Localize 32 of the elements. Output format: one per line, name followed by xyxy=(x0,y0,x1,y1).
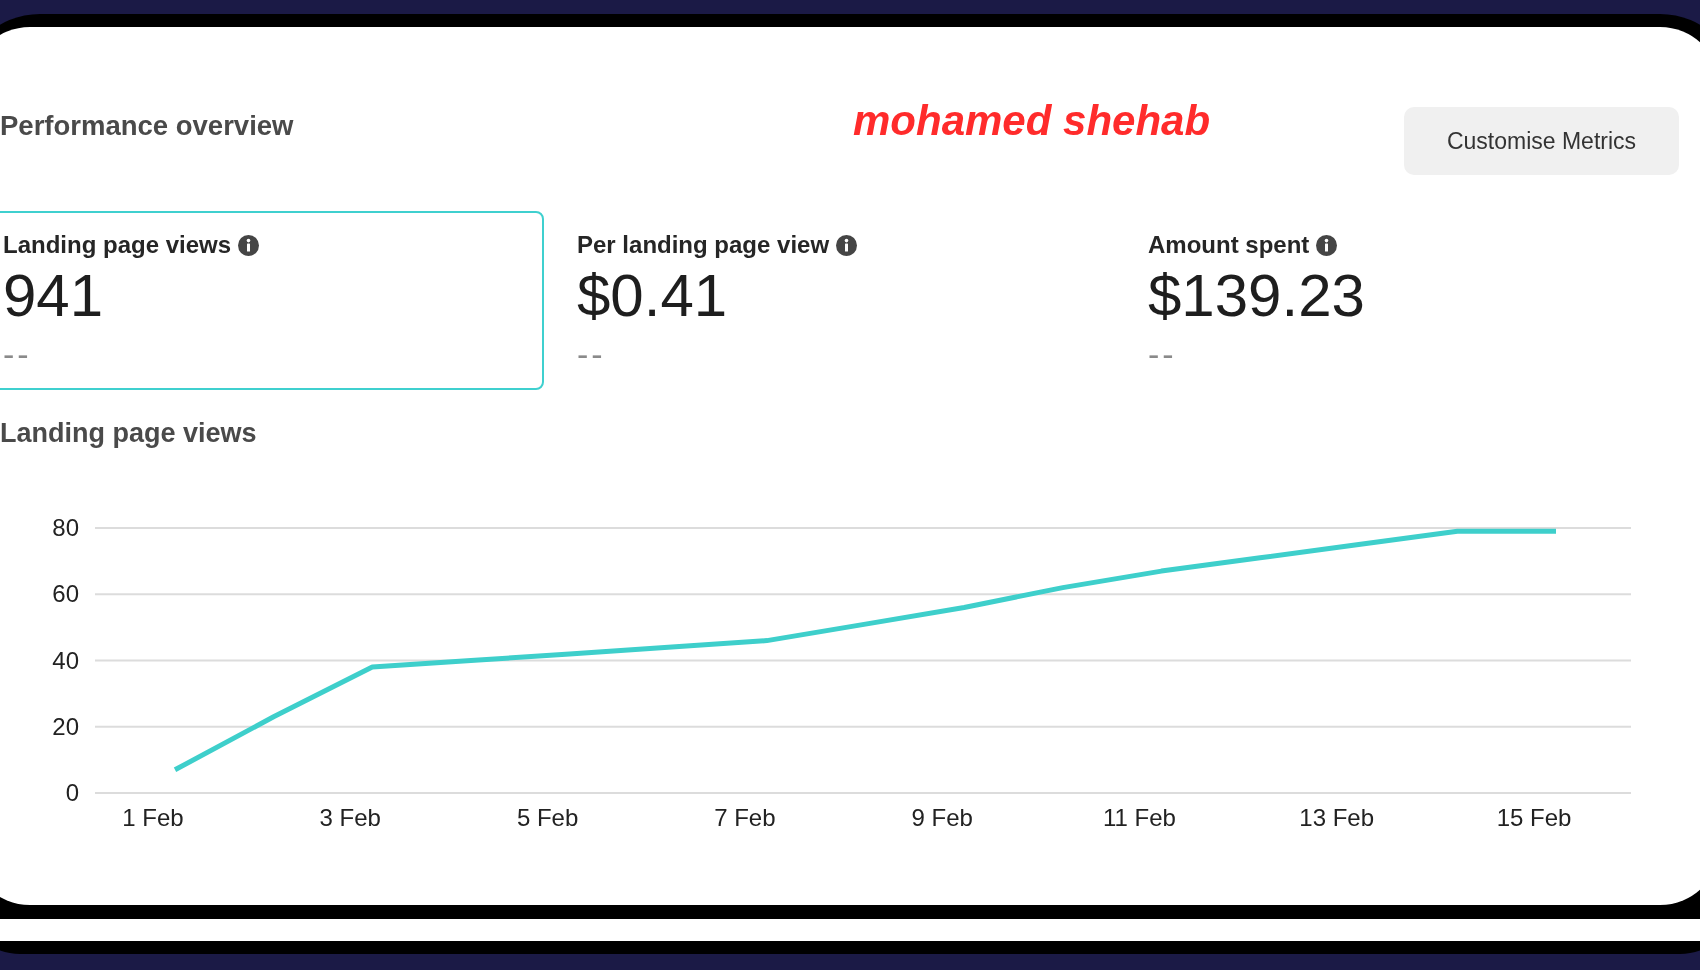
metric-tile[interactable]: Landing page views 941 -- xyxy=(0,211,544,390)
page-title: Performance overview xyxy=(0,110,294,142)
x-axis-label: 1 Feb xyxy=(122,804,184,831)
customise-metrics-button[interactable]: Customise Metrics xyxy=(1404,107,1679,175)
metric-label: Amount spent xyxy=(1148,231,1310,259)
x-axis-label: 11 Feb xyxy=(1102,804,1176,831)
x-axis-label: 5 Feb xyxy=(516,804,579,831)
metric-tile[interactable]: Amount spent $139.23 -- xyxy=(1115,211,1679,390)
metric-comparison: -- xyxy=(577,339,606,369)
y-axis-label: 20 xyxy=(52,712,79,740)
x-axis-label: 15 Feb xyxy=(1496,804,1572,831)
y-axis-label: 40 xyxy=(52,646,79,674)
metric-label: Per landing page view xyxy=(577,231,830,259)
metric-value: $139.23 xyxy=(1148,262,1365,330)
metric-comparison: -- xyxy=(3,339,32,369)
metric-value: $0.41 xyxy=(577,262,728,330)
y-axis-label: 80 xyxy=(52,514,79,541)
signature-text: mohamed shehab xyxy=(853,97,1211,145)
x-axis-label: 3 Feb xyxy=(319,804,381,831)
info-icon[interactable] xyxy=(1316,234,1338,256)
metric-tile[interactable]: Per landing page view $0.41 -- xyxy=(544,211,1115,390)
metric-value: 941 xyxy=(3,262,104,330)
metric-comparison: -- xyxy=(1148,339,1177,369)
chart-title: Landing page views xyxy=(0,417,257,449)
x-axis-label: 7 Feb xyxy=(714,804,776,831)
x-axis-label: 9 Feb xyxy=(911,804,973,831)
x-axis-label: 13 Feb xyxy=(1299,804,1375,831)
y-axis-label: 0 xyxy=(65,779,79,806)
metric-label: Landing page views xyxy=(3,231,232,259)
y-axis-label: 60 xyxy=(52,580,79,608)
info-icon[interactable] xyxy=(238,234,260,256)
info-icon[interactable] xyxy=(836,234,858,256)
